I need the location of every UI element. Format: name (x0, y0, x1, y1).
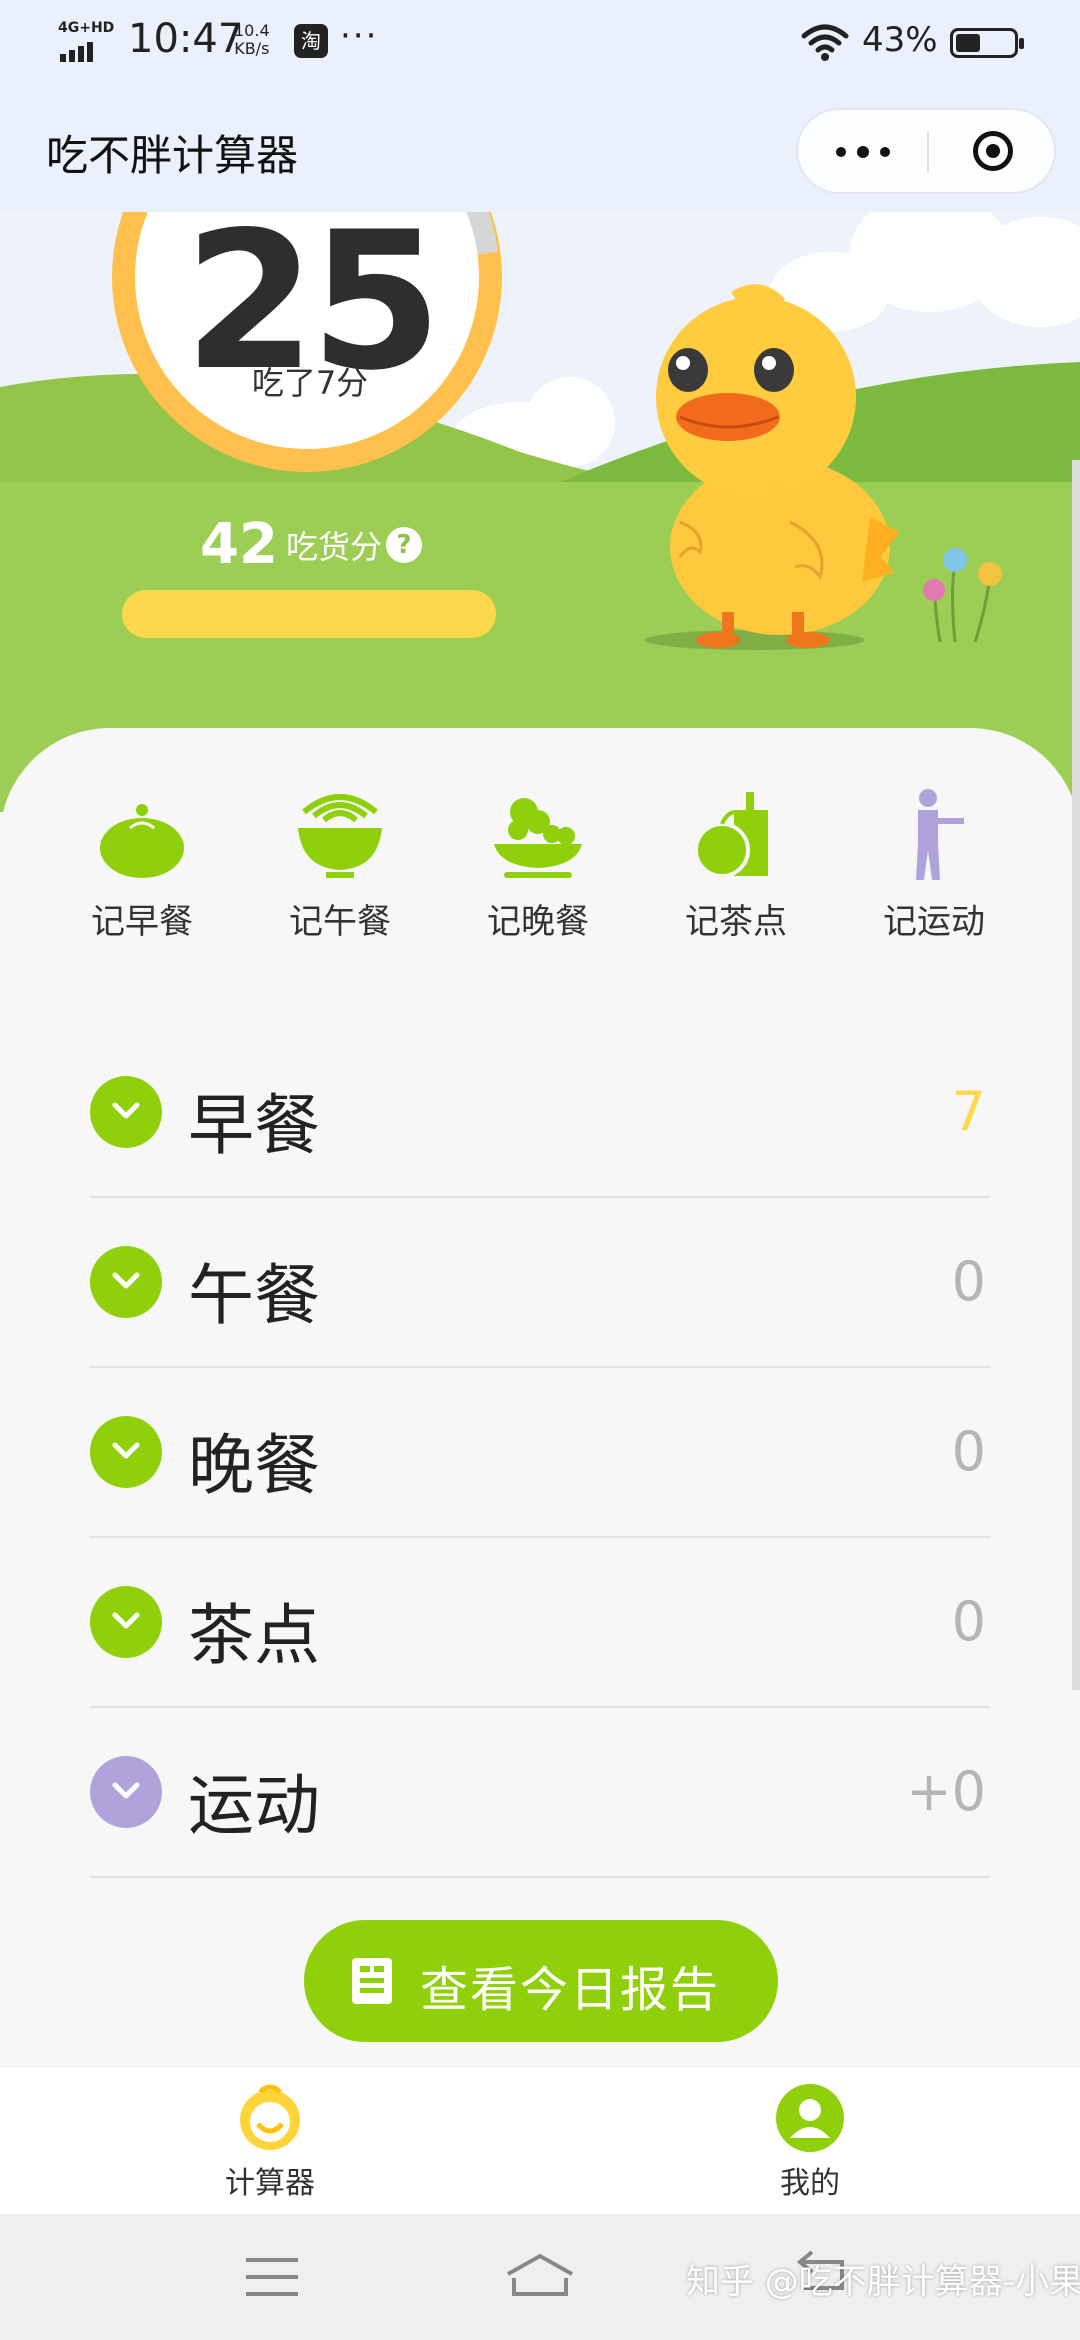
log-dinner-button[interactable]: 记晚餐 (440, 788, 636, 958)
chevron-down-icon[interactable] (90, 1586, 162, 1658)
chevron-down-icon[interactable] (90, 1246, 162, 1318)
menu-icon[interactable] (232, 2244, 312, 2310)
meal-row-exercise[interactable]: 运动 +0 (90, 1708, 990, 1878)
capsule-menu (796, 108, 1056, 194)
foodie-points-value: 42 (200, 512, 278, 577)
log-snack-button[interactable]: 记茶点 (638, 788, 834, 958)
meal-name: 午餐 (188, 1257, 320, 1334)
log-dinner-label: 记晚餐 (487, 902, 589, 942)
foodie-points-bar (122, 590, 496, 638)
page-title: 吃不胖计算器 (46, 131, 299, 180)
user-profile-icon (776, 2084, 844, 2152)
meal-name: 早餐 (188, 1087, 320, 1164)
status-bar: 4G+HD 10:47 10.4 KB/s 淘 ··· 43% (0, 0, 1080, 90)
tab-bar: 计算器 我的 (0, 2068, 1080, 2214)
scrollbar[interactable] (1072, 460, 1080, 1690)
apple-juice-icon (694, 792, 768, 878)
log-exercise-label: 记运动 (883, 902, 985, 942)
meal-row-dinner[interactable]: 晚餐 0 (90, 1368, 990, 1538)
chevron-down-icon[interactable] (90, 1756, 162, 1828)
cellular-signal-icon: 4G+HD (58, 20, 118, 62)
meal-score: 0 (951, 1590, 986, 1653)
meal-row-breakfast[interactable]: 早餐 7 (90, 1028, 990, 1198)
network-type: 4G+HD (58, 20, 115, 36)
clock: 10:47 (128, 16, 244, 62)
log-snack-label: 记茶点 (685, 902, 787, 942)
chevron-down-icon[interactable] (90, 1076, 162, 1148)
more-notifications-icon: ··· (340, 16, 379, 56)
score-caption: 吃了7分 (251, 364, 369, 402)
foodie-points: 42 吃货分? (200, 512, 422, 582)
meal-row-lunch[interactable]: 午餐 0 (90, 1198, 990, 1368)
log-lunch-button[interactable]: 记午餐 (242, 788, 438, 958)
tab-profile-label: 我的 (780, 2166, 840, 2201)
person-exercise-icon (916, 789, 964, 880)
network-speed-value: 10.4 (234, 21, 270, 40)
view-daily-report-label: 查看今日报告 (420, 1962, 721, 2018)
meal-row-snack[interactable]: 茶点 0 (90, 1538, 990, 1708)
chevron-down-icon[interactable] (90, 1416, 162, 1488)
app-header: 吃不胖计算器 (0, 90, 1080, 212)
main-card: 记早餐 记午餐 记晚餐 记茶点 记运动 早餐 7 午餐 0 晚餐 0 茶点 0 … (0, 728, 1080, 2068)
wifi-icon (801, 24, 849, 61)
meadow-background (0, 212, 1080, 812)
log-breakfast-label: 记早餐 (91, 902, 193, 942)
meal-name: 运动 (188, 1767, 320, 1844)
close-miniprogram-button[interactable] (930, 110, 1056, 192)
system-nav-bar: 知乎 @吃不胖计算器-小果 (0, 2214, 1080, 2340)
log-breakfast-button[interactable]: 记早餐 (44, 788, 240, 958)
meal-score: +0 (906, 1760, 986, 1823)
tab-calculator-label: 计算器 (225, 2166, 315, 2201)
duck-face-icon (240, 2084, 300, 2150)
noodle-bowl-icon (298, 794, 382, 878)
more-options-button[interactable] (798, 110, 926, 192)
bun-icon (100, 804, 184, 878)
network-speed-unit: KB/s (234, 39, 270, 58)
capsule-divider (927, 132, 929, 172)
foodie-points-label: 吃货分 (285, 527, 382, 566)
watermark: 知乎 @吃不胖计算器-小果 (686, 2262, 1080, 2302)
log-exercise-button[interactable]: 记运动 (836, 788, 1032, 958)
meal-score: 0 (951, 1420, 986, 1483)
tab-calculator[interactable]: 计算器 (170, 2082, 370, 2206)
hero-scene: 25 吃了7分 42 吃货分? (0, 212, 1080, 812)
battery-icon (950, 28, 1024, 58)
report-icon (352, 1958, 392, 2004)
taobao-notification-icon: 淘 (294, 24, 328, 58)
meal-name: 茶点 (188, 1597, 320, 1674)
battery-percent: 43% (862, 20, 938, 60)
log-lunch-label: 记午餐 (289, 902, 391, 942)
meal-score: 7 (951, 1080, 986, 1143)
tab-profile[interactable]: 我的 (710, 2082, 910, 2206)
view-daily-report-button[interactable]: 查看今日报告 (304, 1920, 778, 2042)
quick-actions: 记早餐 记午餐 记晚餐 记茶点 记运动 (44, 788, 1044, 958)
meal-name: 晚餐 (188, 1427, 320, 1504)
meal-list: 早餐 7 午餐 0 晚餐 0 茶点 0 运动 +0 (90, 1028, 990, 1878)
network-speed: 10.4 KB/s (234, 22, 270, 58)
salad-plate-icon (494, 798, 582, 878)
help-icon[interactable]: ? (385, 526, 422, 563)
home-icon[interactable] (500, 2244, 580, 2310)
meal-score: 0 (951, 1250, 986, 1313)
